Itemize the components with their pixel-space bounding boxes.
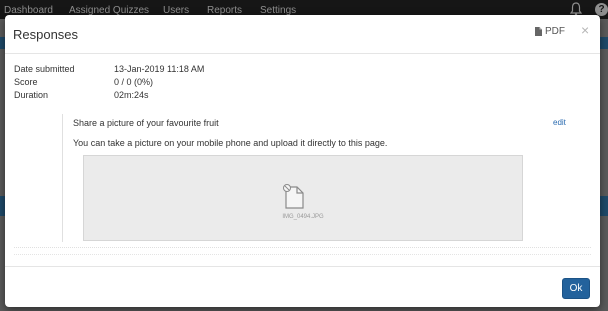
modal-title: Responses xyxy=(13,27,79,42)
file-name: IMG_0494.JPG xyxy=(282,214,324,220)
header-divider xyxy=(5,53,600,54)
image-file-icon xyxy=(283,184,304,209)
section-divider xyxy=(14,247,591,248)
ok-button[interactable]: Ok xyxy=(562,278,590,299)
edit-link[interactable]: edit xyxy=(553,118,566,127)
duration-value: 02m:24s xyxy=(114,90,149,100)
question-text: Share a picture of your favourite fruit xyxy=(73,118,219,128)
close-icon[interactable]: × xyxy=(581,23,589,37)
score-label: Score xyxy=(14,77,38,87)
bell-icon[interactable] xyxy=(570,2,582,16)
date-submitted-value: 13-Jan-2019 11:18 AM xyxy=(114,64,205,74)
section-divider xyxy=(14,254,591,255)
uploaded-image-area[interactable]: IMG_0494.JPG xyxy=(83,155,523,241)
pdf-button[interactable]: PDF xyxy=(535,26,565,37)
question-border xyxy=(62,114,63,242)
date-submitted-label: Date submitted xyxy=(14,64,75,74)
pdf-label: PDF xyxy=(545,26,565,37)
duration-label: Duration xyxy=(14,90,49,100)
score-value: 0 / 0 (0%) xyxy=(114,77,154,87)
footer-divider xyxy=(5,266,600,267)
responses-modal: Responses PDF × Date submitted 13-Jan-20… xyxy=(5,15,600,307)
question-instructions: You can take a picture on your mobile ph… xyxy=(73,138,388,148)
help-icon[interactable]: ? xyxy=(595,3,608,16)
pdf-icon xyxy=(535,27,542,36)
